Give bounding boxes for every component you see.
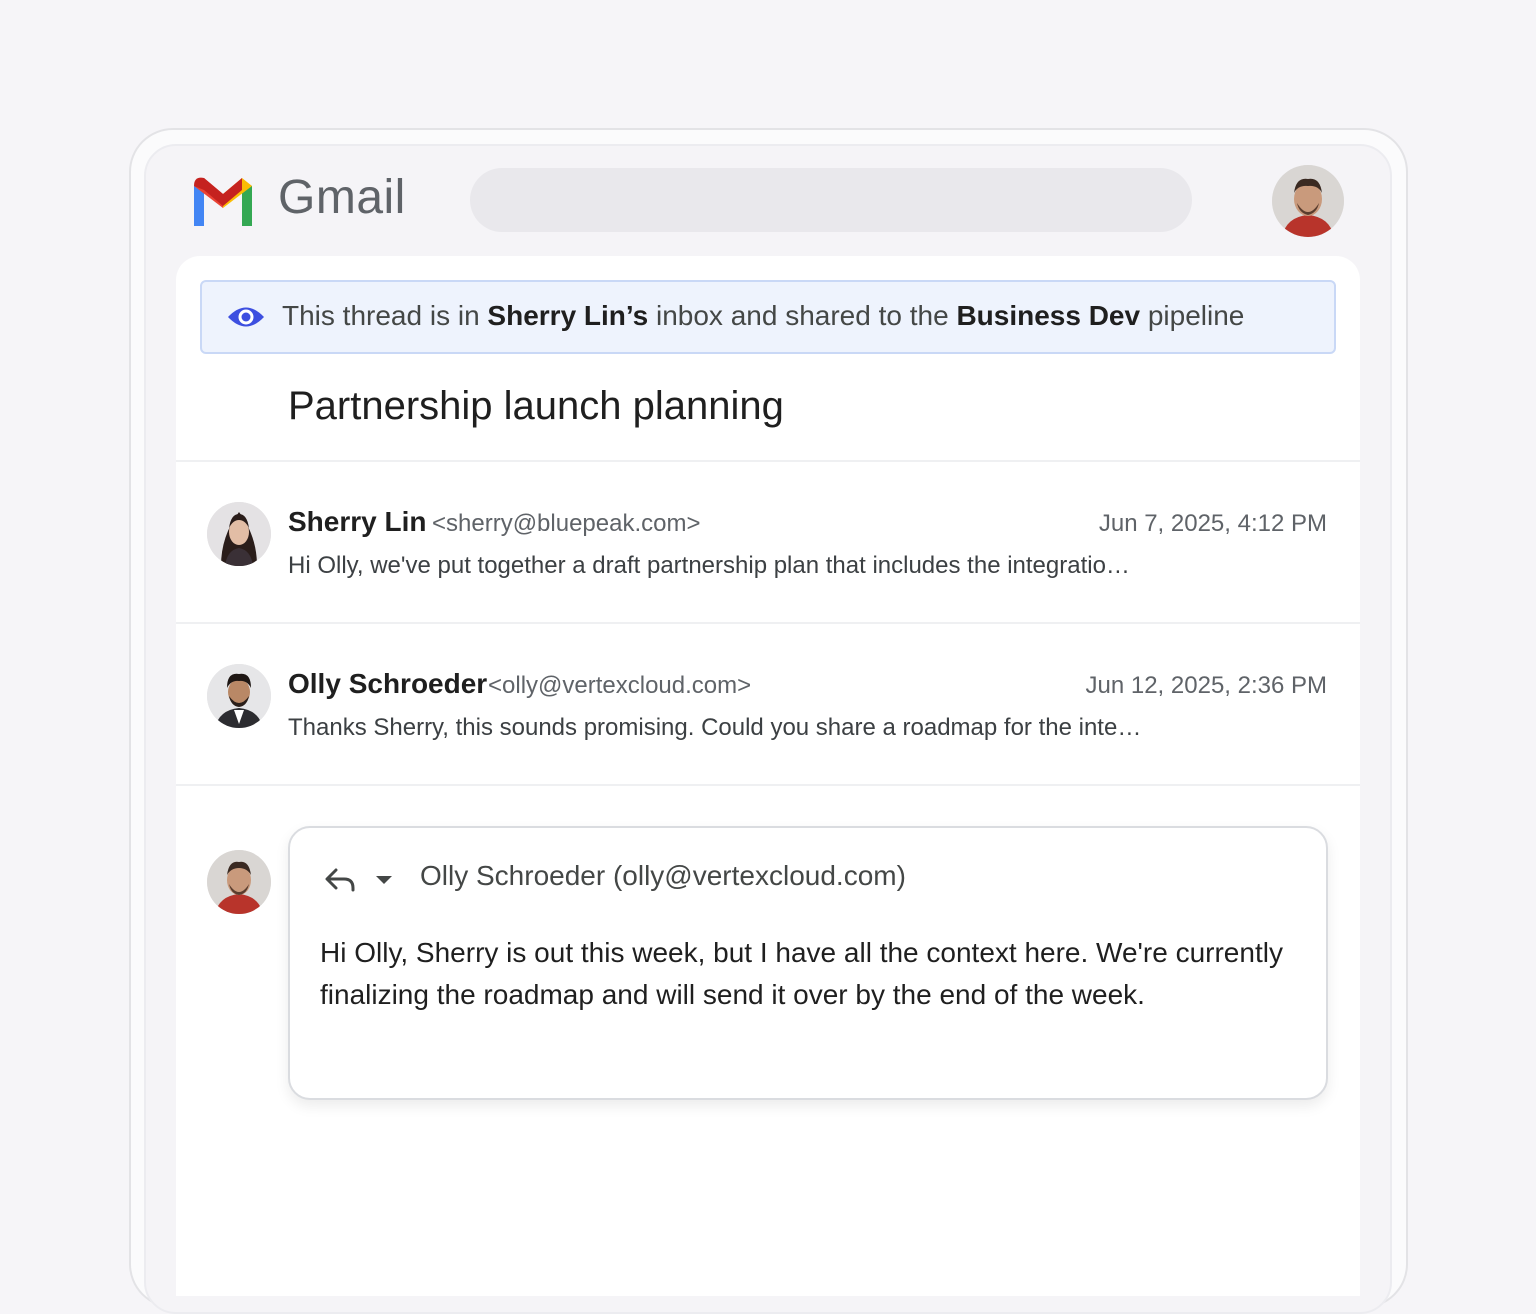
reply-icon[interactable] — [322, 862, 358, 898]
gmail-logo-icon[interactable] — [190, 174, 256, 226]
sender-email: <sherry@bluepeak.com> — [432, 510, 701, 537]
account-avatar[interactable] — [1272, 165, 1344, 237]
reply-body-text[interactable]: Hi Olly, Sherry is out this week, but I … — [320, 932, 1300, 1016]
gmail-wordmark: Gmail — [278, 171, 406, 224]
banner-owner: Sherry Lin’s — [487, 300, 649, 331]
search-input[interactable] — [470, 168, 1192, 232]
message-snippet[interactable]: Thanks Sherry, this sounds promising. Co… — [288, 714, 1141, 742]
banner-text-part: pipeline — [1140, 300, 1245, 331]
eye-icon — [228, 307, 264, 327]
divider — [176, 622, 1360, 624]
message-date: Jun 12, 2025, 2:36 PM — [1085, 672, 1328, 699]
chevron-down-icon[interactable] — [372, 868, 396, 892]
message-snippet[interactable]: Hi Olly, we've put together a draft part… — [288, 552, 1130, 580]
reply-recipient[interactable]: Olly Schroeder (olly@vertexcloud.com) — [420, 860, 906, 892]
sender-avatar[interactable] — [207, 502, 271, 566]
reply-author-avatar — [207, 850, 271, 914]
divider — [176, 784, 1360, 786]
sender-name: Sherry Lin — [288, 506, 427, 537]
thread-title: Partnership launch planning — [288, 384, 784, 428]
divider — [176, 460, 1360, 462]
banner-pipeline: Business Dev — [956, 300, 1141, 331]
sender-avatar[interactable] — [207, 664, 271, 728]
message-date: Jun 7, 2025, 4:12 PM — [1098, 510, 1327, 537]
banner-text-part: This thread is in — [282, 300, 488, 331]
banner-text: This thread is in Sherry Lin’s inbox and… — [282, 300, 1244, 332]
sender-name: Olly Schroeder — [288, 668, 488, 699]
banner-text-part: inbox and shared to the — [648, 300, 957, 331]
sender-email: <olly@vertexcloud.com> — [488, 672, 752, 699]
shared-thread-banner: This thread is in Sherry Lin’s inbox and… — [200, 280, 1336, 354]
